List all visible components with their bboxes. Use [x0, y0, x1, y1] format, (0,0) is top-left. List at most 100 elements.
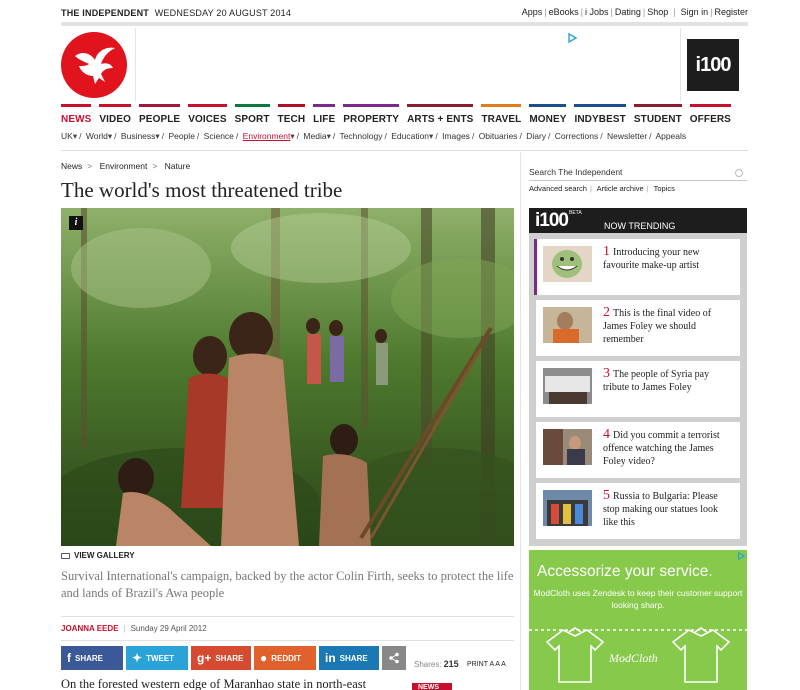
forest-photo — [61, 208, 514, 546]
print-button[interactable]: PRINT — [467, 661, 488, 668]
subnav-education[interactable]: Education — [391, 131, 429, 141]
breadcrumb-nature[interactable]: Nature — [165, 161, 191, 171]
adchoices-icon[interactable] — [567, 33, 577, 43]
independent-logo[interactable] — [61, 32, 127, 98]
view-gallery-link[interactable]: VIEW GALLERY — [61, 551, 135, 560]
adchoices-icon[interactable] — [737, 552, 745, 560]
subnav-media[interactable]: Media — [303, 131, 326, 141]
info-icon[interactable]: i — [69, 216, 83, 230]
nav-item-voices[interactable]: VOICES — [188, 104, 227, 126]
trending-rank: 2 — [603, 305, 610, 320]
news-tag: NEWS — [412, 683, 452, 690]
topics-link[interactable]: Topics — [654, 184, 675, 193]
breadcrumb-environment[interactable]: Environment — [100, 161, 148, 171]
nav-item-news[interactable]: NEWS — [61, 104, 92, 126]
search-input[interactable] — [529, 165, 729, 179]
nav-item-student[interactable]: STUDENT — [633, 104, 682, 126]
breadcrumb-news[interactable]: News — [61, 161, 82, 171]
subnav-uk[interactable]: UK — [61, 131, 73, 141]
share-count-value: 215 — [443, 659, 459, 669]
brand-name: THE INDEPENDENT — [61, 8, 150, 18]
trending-item-1[interactable]: 1 Introducing your new favourite make-up … — [536, 239, 740, 295]
trending-thumb — [543, 368, 592, 404]
i100-badge[interactable]: i100 — [687, 39, 739, 91]
trending-rank: 1 — [603, 244, 610, 259]
i100-trending-logo[interactable]: i100BETA — [535, 210, 582, 232]
article-headline: The world's most threatened tribe — [61, 178, 343, 202]
byline: JOANNA EEDE | Sunday 29 April 2012 — [61, 624, 207, 633]
more-share-button[interactable] — [382, 646, 406, 670]
trending-item-4[interactable]: 4 Did you commit a terrorist offence watc… — [536, 422, 740, 478]
nav-item-arts-ents[interactable]: ARTS + ENTS — [407, 104, 474, 126]
twitter-share-button[interactable]: ✦ TWEET — [126, 646, 188, 670]
subnav-technology[interactable]: Technology — [339, 131, 382, 141]
top-link-ebooks[interactable]: eBooks — [549, 7, 579, 17]
beta-label: BETA — [568, 210, 582, 216]
subnav-business[interactable]: Business — [121, 131, 156, 141]
masthead-brand: THE INDEPENDENT WEDNESDAY 20 AUGUST 2014 — [61, 8, 291, 18]
subnav-appeals[interactable]: Appeals — [655, 131, 686, 141]
trending-item-3[interactable]: 3 The people of Syria pay tribute to Jame… — [536, 361, 740, 417]
trending-active-marker — [534, 239, 537, 295]
trending-item-5[interactable]: 5 Russia to Bulgaria: Please stop making … — [536, 483, 740, 539]
nav-item-tech[interactable]: TECH — [277, 104, 306, 126]
nav-item-people[interactable]: PEOPLE — [139, 104, 181, 126]
eagle-icon — [75, 47, 115, 84]
nav-item-travel[interactable]: TRAVEL — [481, 104, 522, 126]
subnav-images[interactable]: Images — [442, 131, 470, 141]
top-link-shop[interactable]: Shop — [647, 7, 668, 17]
trending-item-2[interactable]: 2 This is the final video of James Foley … — [536, 300, 740, 356]
subnav-divider — [61, 150, 748, 151]
linkedin-share-button[interactable]: in SHARE — [319, 646, 379, 670]
trending-rank: 3 — [603, 366, 610, 381]
top-link-apps[interactable]: Apps — [522, 7, 543, 17]
ad-headline: Accessorize your service. — [537, 563, 713, 580]
subnav-obituaries[interactable]: Obituaries — [479, 131, 518, 141]
subnav-diary[interactable]: Diary — [526, 131, 546, 141]
hero-image[interactable] — [61, 208, 514, 546]
share-bar: f SHARE ✦ TWEET g+ SHARE ● REDDIT in SHARE — [61, 646, 406, 670]
nav-item-sport[interactable]: SPORT — [234, 104, 270, 126]
byline-divider-bottom — [61, 640, 514, 641]
article-archive-link[interactable]: Article archive — [597, 184, 644, 193]
search-icon[interactable] — [735, 169, 743, 177]
nav-item-indybest[interactable]: INDYBEST — [574, 104, 626, 126]
register-link[interactable]: Register — [714, 7, 748, 17]
chevron-down-icon: ▾ — [72, 131, 78, 141]
article-body: On the forested western edge of Maranhao… — [61, 677, 367, 690]
reddit-icon: ● — [260, 651, 268, 665]
sign-in-link[interactable]: Sign in — [681, 7, 709, 17]
nav-item-life[interactable]: LIFE — [313, 104, 336, 126]
sub-nav: UK▾ / World▾ / Business▾ / People / Science /… — [61, 131, 687, 141]
nav-item-money[interactable]: MONEY — [529, 104, 567, 126]
google-plus-icon: g+ — [197, 651, 212, 665]
nav-item-offers[interactable]: OFFERS — [689, 104, 731, 126]
author-link[interactable]: JOANNA EEDE — [61, 624, 119, 633]
reddit-share-button[interactable]: ● REDDIT — [254, 646, 316, 670]
subnav-environment[interactable]: Environment — [243, 131, 291, 141]
top-link-dating[interactable]: Dating — [615, 7, 641, 17]
subnav-corrections[interactable]: Corrections — [555, 131, 598, 141]
subnav-world[interactable]: World — [86, 131, 108, 141]
share-count: Shares: 215 — [414, 659, 459, 669]
subnav-newsletter[interactable]: Newsletter — [607, 131, 647, 141]
trending-title: NOW TRENDING — [604, 221, 676, 231]
top-link-jobs[interactable]: i Jobs — [585, 7, 609, 17]
nav-item-video[interactable]: VIDEO — [99, 104, 132, 126]
google-plus-share-button[interactable]: g+ SHARE — [191, 646, 251, 670]
chevron-down-icon: ▾ — [326, 131, 331, 141]
trending-headline: This is the final video of James Foley w… — [603, 308, 712, 345]
chevron-down-icon: ▾ — [107, 131, 113, 141]
camera-icon — [61, 552, 70, 559]
nav-item-property[interactable]: PROPERTY — [343, 104, 400, 126]
search-links: Advanced search | Article archive | Topics — [529, 184, 675, 193]
text-size-control[interactable]: A A A — [489, 661, 505, 668]
article-standfirst: Survival International's campaign, backe… — [61, 569, 514, 600]
twitter-icon: ✦ — [132, 651, 143, 665]
chevron-down-icon: ▾ — [429, 131, 434, 141]
advanced-search-link[interactable]: Advanced search — [529, 184, 587, 193]
subnav-people[interactable]: People — [168, 131, 194, 141]
subnav-science[interactable]: Science — [204, 131, 234, 141]
print-tools: PRINT A A A — [467, 661, 506, 668]
facebook-share-button[interactable]: f SHARE — [61, 646, 123, 670]
